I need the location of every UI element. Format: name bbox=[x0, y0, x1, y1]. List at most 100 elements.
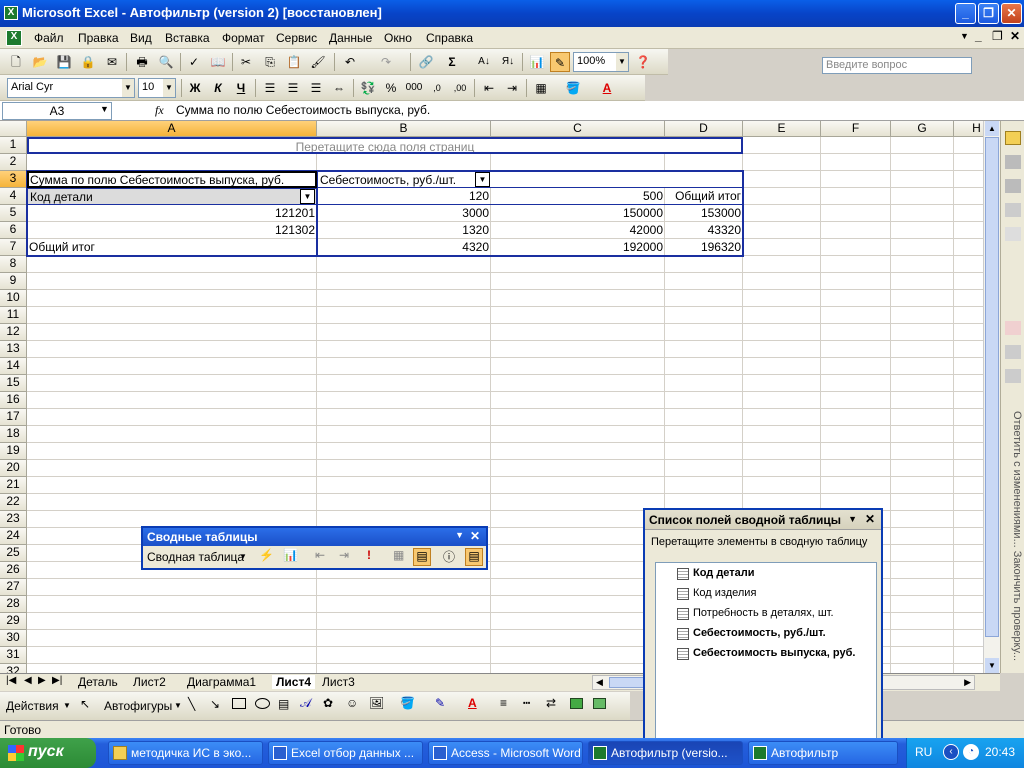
column-item[interactable]: 500 bbox=[491, 188, 665, 205]
taskbar-item[interactable]: Автофильтр bbox=[748, 741, 898, 765]
toolbar-options-icon[interactable]: ▼ bbox=[455, 530, 464, 540]
row-header[interactable]: 25 bbox=[0, 545, 27, 562]
ask-dropdown-icon[interactable]: ▼ bbox=[960, 31, 969, 41]
sheet-tab-list3[interactable]: Лист3 bbox=[322, 675, 355, 689]
pane-attach-icon[interactable] bbox=[1005, 369, 1021, 383]
pane-review-icon[interactable] bbox=[1005, 203, 1021, 217]
vertical-scrollbar[interactable]: ▲ ▼ bbox=[983, 121, 1000, 673]
clipart-icon[interactable]: ☺ bbox=[346, 696, 358, 710]
row-header[interactable]: 29 bbox=[0, 613, 27, 630]
scroll-down-icon[interactable]: ▼ bbox=[985, 658, 999, 673]
field-item[interactable]: Код изделия bbox=[677, 587, 756, 600]
font-size-select[interactable]: 10 ▼ bbox=[138, 78, 176, 98]
language-indicator[interactable]: RU bbox=[915, 745, 932, 759]
align-left-icon[interactable]: ☰ bbox=[260, 78, 280, 98]
hyperlink-icon[interactable]: 🔗 bbox=[416, 52, 436, 72]
grand-total-cell[interactable]: 192000 bbox=[491, 239, 665, 256]
size-dropdown-icon[interactable]: ▼ bbox=[163, 79, 175, 97]
taskbar-item[interactable]: Access - Microsoft Word bbox=[428, 741, 583, 765]
autoshapes-menu[interactable]: Автофигуры bbox=[104, 699, 172, 713]
menu-edit[interactable]: Правка bbox=[78, 31, 119, 45]
row-header[interactable]: 4 bbox=[0, 188, 27, 205]
font-dropdown-icon[interactable]: ▼ bbox=[122, 79, 134, 97]
row-header[interactable]: 17 bbox=[0, 409, 27, 426]
row-header[interactable]: 30 bbox=[0, 630, 27, 647]
row-header[interactable]: 31 bbox=[0, 647, 27, 664]
row-header[interactable]: 14 bbox=[0, 358, 27, 375]
row-header[interactable]: 28 bbox=[0, 596, 27, 613]
zoom-select[interactable]: 100% ▼ bbox=[573, 52, 629, 72]
row-header[interactable]: 32 bbox=[0, 664, 27, 673]
pane-doc-icon[interactable] bbox=[1005, 155, 1021, 169]
grand-total-label[interactable]: Общий итог bbox=[27, 239, 317, 256]
row-header[interactable]: 5 bbox=[0, 205, 27, 222]
tray-expand-icon[interactable]: ‹ bbox=[943, 744, 959, 760]
row-header[interactable]: 15 bbox=[0, 375, 27, 392]
pivot-toolbar-header[interactable]: Сводные таблицы ▼ ✕ bbox=[143, 528, 486, 546]
spelling-icon[interactable]: ✓ bbox=[184, 52, 204, 72]
column-header[interactable]: G bbox=[891, 121, 954, 137]
row-header[interactable]: 24 bbox=[0, 528, 27, 545]
column-field-dropdown-icon[interactable]: ▼ bbox=[475, 172, 490, 187]
paste-icon[interactable]: 📋 bbox=[284, 52, 304, 72]
menu-tools[interactable]: Сервис bbox=[276, 31, 317, 45]
zoom-dropdown-icon[interactable]: ▼ bbox=[616, 53, 628, 71]
autosum-icon[interactable]: Σ bbox=[442, 52, 462, 72]
diagram-icon[interactable]: ✿ bbox=[323, 696, 333, 710]
column-item[interactable]: Общий итог bbox=[665, 188, 743, 205]
excel-icon[interactable]: X bbox=[4, 6, 18, 20]
field-item[interactable]: Себестоимость, руб./шт. bbox=[677, 627, 826, 640]
column-header[interactable]: B bbox=[317, 121, 491, 137]
data-cell[interactable]: 153000 bbox=[665, 205, 743, 222]
scroll-left-icon[interactable]: ◀ bbox=[596, 677, 603, 688]
pane-save-icon[interactable] bbox=[1005, 345, 1021, 359]
fill-color-icon[interactable]: 🪣 bbox=[563, 78, 583, 98]
row-header[interactable]: 8 bbox=[0, 256, 27, 273]
data-cell[interactable]: 43320 bbox=[665, 222, 743, 239]
menu-format[interactable]: Формат bbox=[222, 31, 265, 45]
sheet-tab-detail[interactable]: Деталь bbox=[78, 675, 118, 689]
new-icon[interactable]: 🗋 bbox=[6, 52, 26, 72]
data-cell[interactable]: 42000 bbox=[491, 222, 665, 239]
draw-actions-menu[interactable]: Действия bbox=[6, 699, 59, 713]
align-right-icon[interactable]: ☰ bbox=[306, 78, 326, 98]
pane-vertical-text[interactable]: Ответить с изменениями... Закончить пров… bbox=[1003, 411, 1023, 661]
show-field-list-icon[interactable]: ▤ bbox=[465, 548, 483, 566]
doc-close-button[interactable]: ✕ bbox=[1010, 29, 1020, 43]
tray-app-icon[interactable]: ◔ bbox=[963, 744, 979, 760]
column-header[interactable]: A bbox=[27, 121, 317, 137]
row-header[interactable]: 2 bbox=[0, 154, 27, 171]
data-field-label[interactable]: Сумма по полю Себестоимость выпуска, руб… bbox=[27, 171, 317, 188]
line-icon[interactable]: ╲ bbox=[188, 697, 195, 711]
research-icon[interactable]: 📖 bbox=[208, 52, 228, 72]
shadow-icon[interactable] bbox=[570, 698, 583, 709]
open-icon[interactable]: 📂 bbox=[30, 52, 50, 72]
close-button[interactable]: ✕ bbox=[1001, 3, 1022, 24]
refresh-data-icon[interactable]: ! bbox=[367, 548, 371, 562]
last-sheet-icon[interactable]: ▶| bbox=[52, 675, 62, 686]
row-header[interactable]: 26 bbox=[0, 562, 27, 579]
underline-button[interactable]: Ч bbox=[231, 78, 251, 98]
row-header[interactable]: 3 bbox=[0, 171, 27, 188]
font-color-icon[interactable]: A bbox=[597, 78, 617, 98]
pane-comment-icon[interactable] bbox=[1005, 179, 1021, 193]
sort-ascending-icon[interactable]: A↓ bbox=[474, 52, 494, 72]
workbook-icon[interactable]: X bbox=[6, 30, 22, 46]
row-header[interactable]: 19 bbox=[0, 443, 27, 460]
field-item[interactable]: Себестоимость выпуска, руб. bbox=[677, 647, 855, 660]
row-header[interactable]: 22 bbox=[0, 494, 27, 511]
align-center-icon[interactable]: ☰ bbox=[283, 78, 303, 98]
column-header[interactable]: F bbox=[821, 121, 891, 137]
next-sheet-icon[interactable]: ▶ bbox=[38, 675, 46, 686]
decrease-indent-icon[interactable]: ⇤ bbox=[479, 78, 499, 98]
sheet-tab-list2[interactable]: Лист2 bbox=[133, 675, 166, 689]
row-header[interactable]: 11 bbox=[0, 307, 27, 324]
data-cell[interactable]: 150000 bbox=[491, 205, 665, 222]
menu-insert[interactable]: Вставка bbox=[165, 31, 210, 45]
3d-icon[interactable] bbox=[593, 698, 606, 709]
row-header[interactable]: 13 bbox=[0, 341, 27, 358]
row-header[interactable]: 21 bbox=[0, 477, 27, 494]
copy-icon[interactable]: ⎘ bbox=[260, 52, 280, 72]
help-icon[interactable]: ❓ bbox=[633, 52, 653, 72]
name-box[interactable]: A3 bbox=[2, 102, 112, 120]
